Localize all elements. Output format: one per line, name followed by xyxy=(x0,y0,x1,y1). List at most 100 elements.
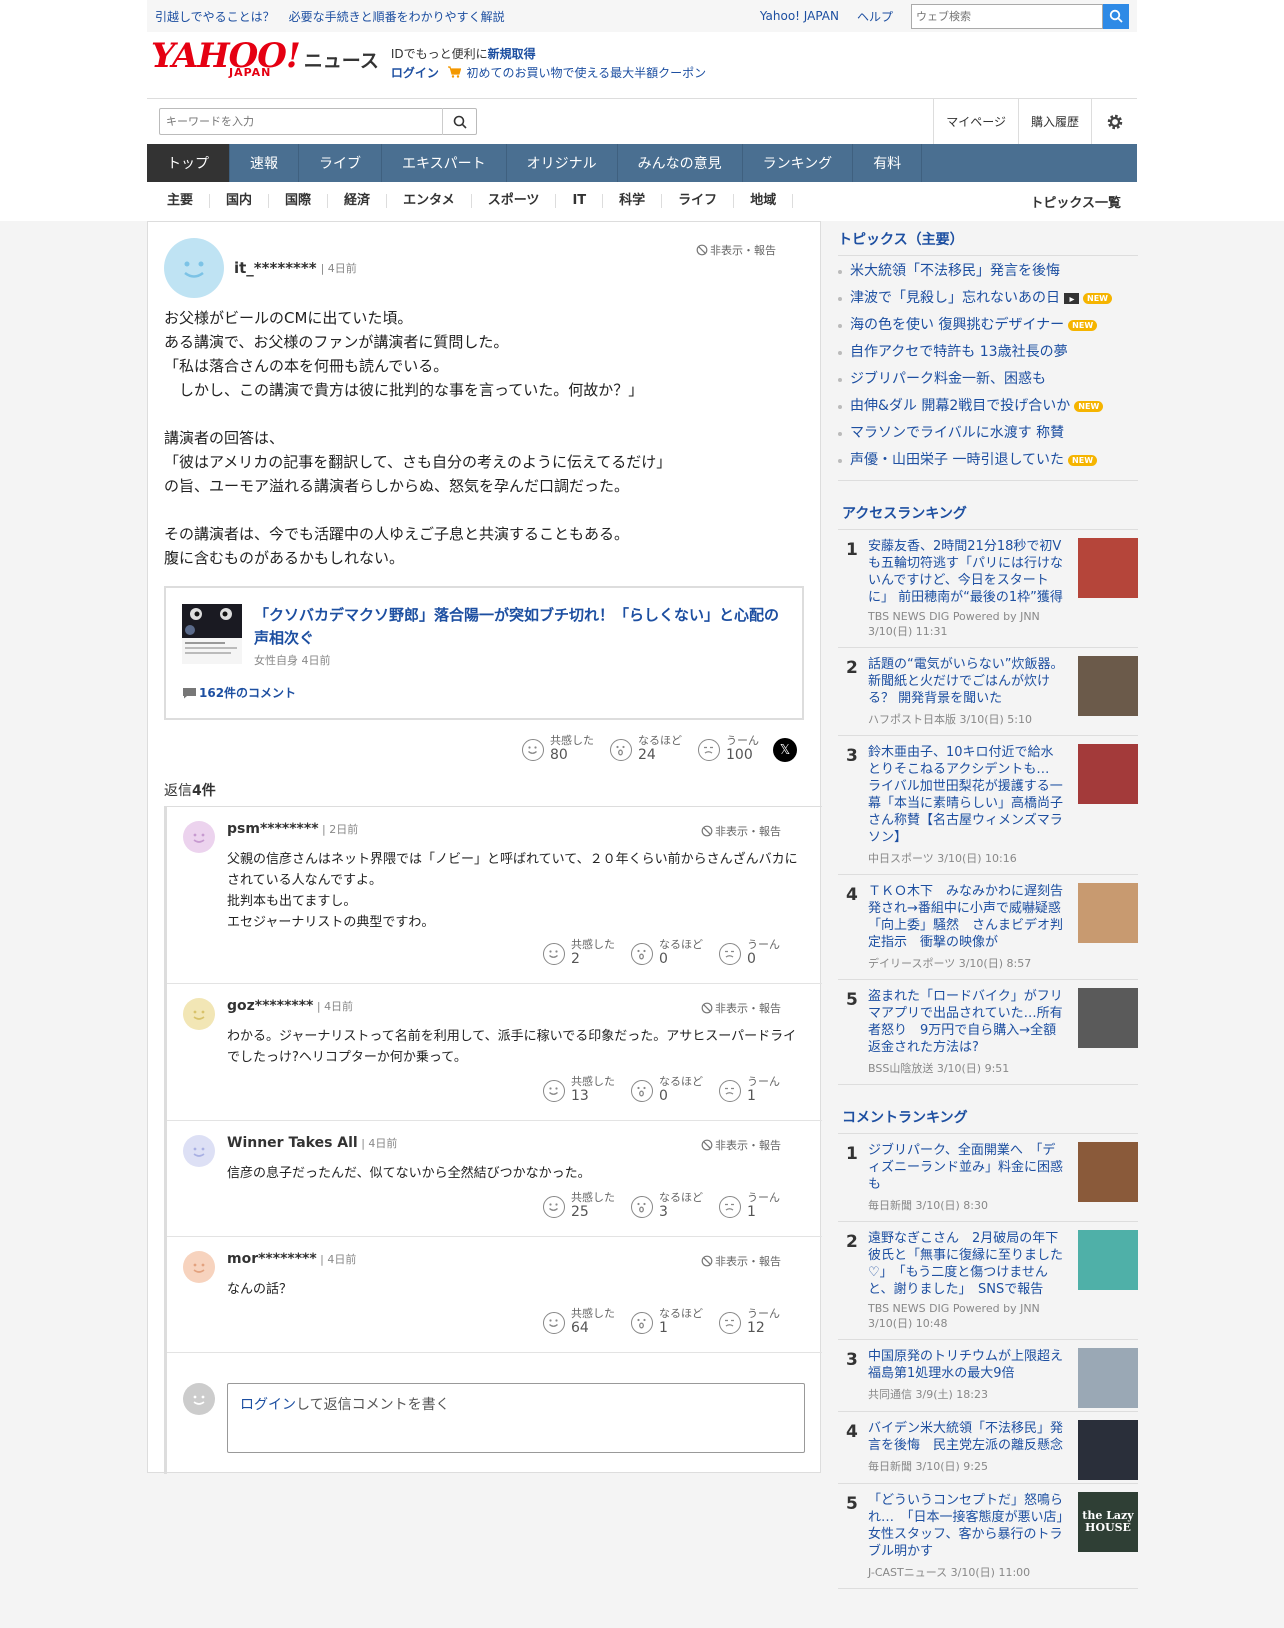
nav-tab-7[interactable]: 有料 xyxy=(853,144,923,182)
article-comment-count[interactable]: 162件のコメント xyxy=(182,684,296,701)
hide-report-link[interactable]: 非表示・報告 xyxy=(701,1000,781,1016)
subnav-item-8[interactable]: ライフ xyxy=(662,194,735,208)
naruhodo-button[interactable]: なるほど 0 xyxy=(631,1075,703,1104)
ranking-item[interactable]: 2 遠野なぎこさん 2月破局の年下彼氏と「無事に復縁に至りました♡」 「もう二度と… xyxy=(838,1222,1138,1340)
naruhodo-button[interactable]: なるほど 1 xyxy=(631,1307,703,1336)
nav-tab-4[interactable]: オリジナル xyxy=(507,144,618,182)
ranking-title[interactable]: 中国原発のトリチウムが上限超え 福島第1処理水の最大9倍 xyxy=(868,1348,1064,1382)
topic-item[interactable]: ジブリパーク料金一新、困惑も xyxy=(838,366,1138,393)
hide-report-link[interactable]: 非表示・報告 xyxy=(696,242,776,258)
topics-list-link[interactable]: トピックス一覧 xyxy=(1030,192,1137,211)
ranking-title[interactable]: 盗まれた「ロードバイク」がフリマアプリで出品されていた…所有者怒り 9万円で自ら… xyxy=(868,988,1064,1056)
ranking-title[interactable]: 遠野なぎこさん 2月破局の年下彼氏と「無事に復縁に至りました♡」 「もう二度と傷… xyxy=(868,1230,1064,1298)
reply-username[interactable]: goz******** | 4日前 xyxy=(227,998,353,1014)
uun-button[interactable]: うーん 1 xyxy=(719,1075,780,1104)
keyword-search-button[interactable] xyxy=(442,108,476,135)
subnav-item-1[interactable]: 国内 xyxy=(210,194,270,208)
subnav-item-5[interactable]: スポーツ xyxy=(472,194,557,208)
signup-link[interactable]: 新規取得 xyxy=(488,47,536,61)
topic-item[interactable]: 海の色を使い 復興挑むデザイナー NEW xyxy=(838,312,1138,339)
coupon-link[interactable]: 初めてのお買い物で使える最大半額クーポン xyxy=(467,66,707,80)
ranking-number: 3 xyxy=(846,1350,858,1370)
nav-tab-2[interactable]: ライブ xyxy=(299,144,382,182)
reply-username[interactable]: mor******** | 4日前 xyxy=(227,1251,356,1267)
reply-username-text: goz******** xyxy=(227,998,314,1014)
uun-button[interactable]: うーん 100 xyxy=(698,734,759,763)
ranking-item[interactable]: 3 中国原発のトリチウムが上限超え 福島第1処理水の最大9倍 共同通信 3/9(土)… xyxy=(838,1340,1138,1412)
settings-button[interactable] xyxy=(1091,98,1137,145)
keyword-input[interactable] xyxy=(160,115,442,128)
composer-login-link[interactable]: ログイン xyxy=(240,1397,296,1413)
ranking-title[interactable]: 話題の“電気がいらない”炊飯器。新聞紙と火だけでごはんが炊ける？ 開発背景を聞い… xyxy=(868,656,1064,707)
subnav-item-9[interactable]: 地域 xyxy=(734,194,794,208)
hide-report-link[interactable]: 非表示・報告 xyxy=(701,823,781,839)
reply-username[interactable]: Winner Takes All | 4日前 xyxy=(227,1135,397,1151)
help-link[interactable]: ヘルプ xyxy=(857,8,893,25)
subnav-item-3[interactable]: 経済 xyxy=(328,194,388,208)
sub-nav: 主要 国内 国際 経済 エンタメ スポーツ IT 科学 ライフ 地域 トピックス一覧 xyxy=(147,182,1137,220)
subnav-item-7[interactable]: 科学 xyxy=(603,194,663,208)
article-thumbnail xyxy=(182,604,242,664)
nav-tab-0[interactable]: トップ xyxy=(147,144,230,182)
naruhodo-button[interactable]: なるほど 0 xyxy=(631,938,703,967)
ranking-title[interactable]: ＴＫＯ木下 みなみかわに遅刻告発され→番組中に小声で威嚇疑惑「向上委」騒然 さん… xyxy=(868,883,1064,951)
topic-item[interactable]: 津波で「見殺し」忘れないあの日 NEW xyxy=(838,285,1138,312)
reply-composer[interactable]: ログインして返信コメントを書く xyxy=(227,1383,805,1453)
ranking-item[interactable]: 4 バイデン米大統領「不法移民」発言を後悔 民主党左派の離反懸念 毎日新聞 3/10… xyxy=(838,1412,1138,1484)
naruhodo-button[interactable]: なるほど 24 xyxy=(610,734,682,763)
topic-item[interactable]: 自作アクセで特許も 13歳社長の夢 xyxy=(838,339,1138,366)
announce-link-2[interactable]: 必要な手続きと順番をわかりやすく解説 xyxy=(289,8,505,25)
uun-button[interactable]: うーん 0 xyxy=(719,938,780,967)
login-link[interactable]: ログイン xyxy=(391,66,439,80)
reply-username[interactable]: psm******** | 2日前 xyxy=(227,821,358,837)
ranking-item[interactable]: 4 ＴＫＯ木下 みなみかわに遅刻告発され→番組中に小声で威嚇疑惑「向上委」騒然 さ… xyxy=(838,875,1138,980)
hide-report-link[interactable]: 非表示・報告 xyxy=(701,1253,781,1269)
ranking-title[interactable]: ジブリパーク、全面開業へ 「ディズニーランド並み」料金に困惑も xyxy=(868,1142,1064,1193)
ranking-item[interactable]: 3 鈴木亜由子、10キロ付近で給水とりそこねるアクシデントも… ライバル加世田梨花… xyxy=(838,736,1138,875)
web-search-button[interactable] xyxy=(1103,3,1129,29)
ranking-title[interactable]: 鈴木亜由子、10キロ付近で給水とりそこねるアクシデントも… ライバル加世田梨花が… xyxy=(868,744,1064,846)
nav-tab-6[interactable]: ランキング xyxy=(743,144,854,182)
agree-button[interactable]: 共感した 13 xyxy=(543,1075,615,1104)
subnav-item-4[interactable]: エンタメ xyxy=(387,194,472,208)
subnav-item-2[interactable]: 国際 xyxy=(269,194,329,208)
naruhodo-button[interactable]: なるほど 3 xyxy=(631,1191,703,1220)
ranking-item[interactable]: 5 盗まれた「ロードバイク」がフリマアプリで出品されていた…所有者怒り 9万円で自… xyxy=(838,980,1138,1085)
hide-report-link[interactable]: 非表示・報告 xyxy=(701,1137,781,1153)
topics-heading[interactable]: トピックス（主要） xyxy=(838,221,1138,256)
agree-button[interactable]: 共感した 25 xyxy=(543,1191,615,1220)
topic-item[interactable]: 由伸&ダル 開幕2戦目で投げ合いか NEW xyxy=(838,393,1138,420)
nav-tab-3[interactable]: エキスパート xyxy=(382,144,507,182)
mypage-link[interactable]: マイページ xyxy=(933,98,1018,145)
ranking-item[interactable]: 1 安藤友香、2時間21分18秒で初V も五輪切符逃す「パリには行けないんですけど… xyxy=(838,530,1138,648)
uun-button[interactable]: うーん 12 xyxy=(719,1307,780,1336)
agree-count: 80 xyxy=(550,747,568,763)
subnav-item-6[interactable]: IT xyxy=(556,194,604,208)
topic-item[interactable]: 声優・山田栄子 一時引退していた NEW xyxy=(838,447,1138,474)
purchase-history-link[interactable]: 購入履歴 xyxy=(1017,98,1091,145)
ranking-title[interactable]: 安藤友香、2時間21分18秒で初V も五輪切符逃す「パリには行けないんですけど、… xyxy=(868,538,1064,606)
article-card[interactable]: 「クソバカデマクソ野郎」落合陽一が突如ブチ切れ！「らしくない」と心配の声相次ぐ … xyxy=(164,586,804,720)
x-share-button[interactable]: 𝕏 xyxy=(773,738,797,762)
agree-button[interactable]: 共感した 2 xyxy=(543,938,615,967)
ranking-source: TBS NEWS DIG Powered by JNN 3/10(日) 10:4… xyxy=(868,1302,1040,1330)
yahoo-news-logo[interactable]: YAHOO! JAPAN ニュース xyxy=(151,38,379,79)
article-title[interactable]: 「クソバカデマクソ野郎」落合陽一が突如ブチ切れ！「らしくない」と心配の声相次ぐ xyxy=(254,604,790,650)
topic-item[interactable]: 米大統領「不法移民」発言を後悔 xyxy=(838,258,1138,285)
agree-button[interactable]: 共感した 80 xyxy=(522,734,594,763)
comment-username[interactable]: it_******** xyxy=(234,259,317,277)
ranking-item[interactable]: 2 話題の“電気がいらない”炊飯器。新聞紙と火だけでごはんが炊ける？ 開発背景を聞… xyxy=(838,648,1138,736)
ranking-item[interactable]: 5 「どういうコンセプトだ」怒鳴られ… 「日本一接客態度が悪い店」女性スタッフ、客… xyxy=(838,1484,1138,1589)
ranking-title[interactable]: バイデン米大統領「不法移民」発言を後悔 民主党左派の離反懸念 xyxy=(868,1420,1064,1454)
subnav-item-0[interactable]: 主要 xyxy=(147,194,211,208)
topic-item[interactable]: マラソンでライバルに水渡す 称賛 xyxy=(838,420,1138,447)
yahoo-japan-link[interactable]: Yahoo! JAPAN xyxy=(760,9,839,23)
web-search-input[interactable] xyxy=(911,3,1103,29)
ranking-title[interactable]: 「どういうコンセプトだ」怒鳴られ… 「日本一接客態度が悪い店」女性スタッフ、客か… xyxy=(868,1492,1064,1560)
nav-tab-1[interactable]: 速報 xyxy=(230,144,299,182)
agree-button[interactable]: 共感した 64 xyxy=(543,1307,615,1336)
uun-button[interactable]: うーん 1 xyxy=(719,1191,780,1220)
ranking-item[interactable]: 1 ジブリパーク、全面開業へ 「ディズニーランド並み」料金に困惑も 毎日新聞 3/1… xyxy=(838,1134,1138,1222)
nav-tab-5[interactable]: みんなの意見 xyxy=(618,144,743,182)
announce-link[interactable]: 引越しでやることは？ xyxy=(155,8,275,25)
